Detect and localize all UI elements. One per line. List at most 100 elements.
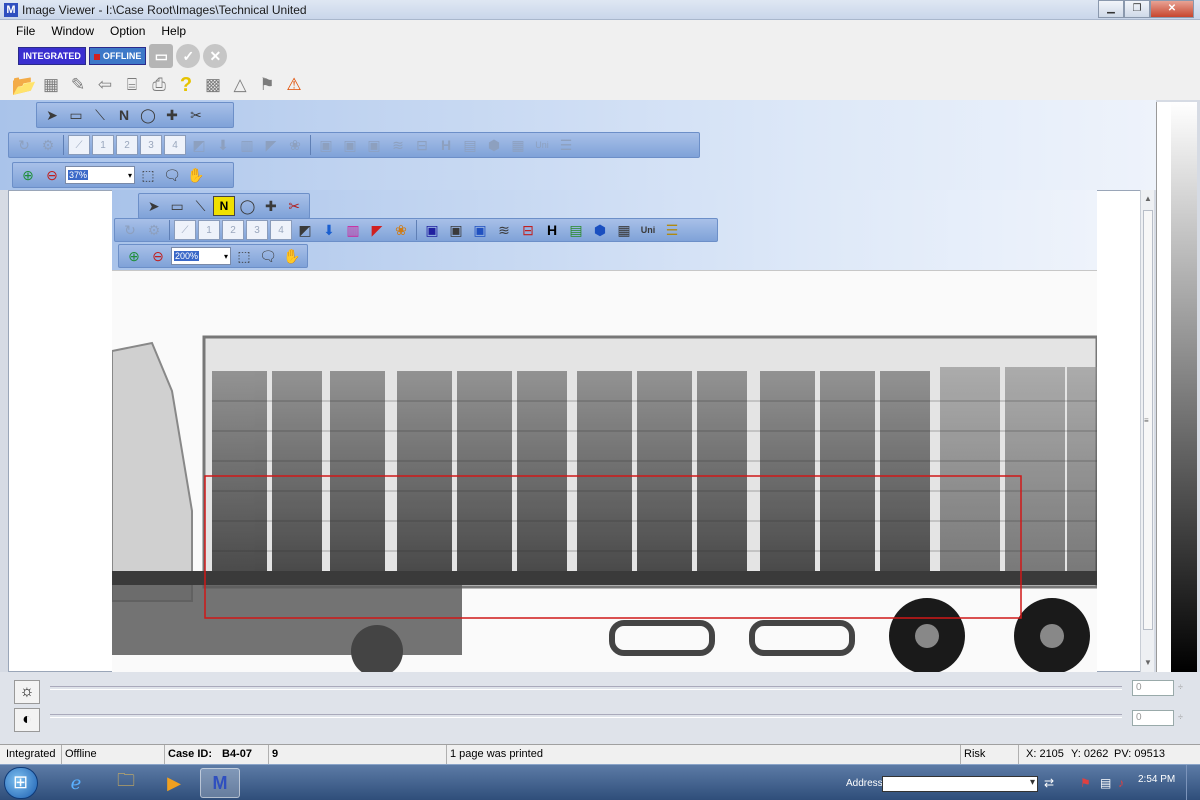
address-input[interactable] — [882, 776, 1038, 792]
brightness-input[interactable]: 0 — [1132, 680, 1174, 696]
open-folder-icon[interactable]: 📂 — [12, 73, 37, 97]
color-icon[interactable]: ▥ — [236, 135, 258, 155]
contrast-spin-icon[interactable]: ÷ — [1178, 712, 1183, 722]
pan-hand-icon[interactable]: ✋ — [185, 165, 207, 185]
reset-icon[interactable]: ⚙ — [143, 220, 165, 240]
tray-flag-icon[interactable]: ⚑ — [1080, 776, 1091, 790]
edge-2-icon[interactable]: ▣ — [445, 220, 467, 240]
bars-icon[interactable]: ▦ — [507, 135, 529, 155]
media-player-icon[interactable]: ▶ — [154, 768, 194, 798]
curve-icon[interactable]: ⟋ — [174, 220, 196, 240]
crosshair-icon[interactable]: ✚ — [161, 105, 183, 125]
back-arrow-icon[interactable]: ⇦ — [93, 73, 117, 97]
uni-button[interactable]: Uni — [637, 220, 659, 240]
contrast-icon[interactable]: ◐ — [14, 708, 40, 732]
offline-button[interactable]: OFFLINE — [88, 47, 147, 65]
organic-icon[interactable]: ⬇ — [212, 135, 234, 155]
printer-icon[interactable]: ⎙ — [147, 73, 171, 97]
level-2-button[interactable]: 2 — [116, 135, 138, 155]
triangle-icon[interactable]: △ — [228, 73, 252, 97]
clock[interactable]: 2:54 PM — [1138, 774, 1175, 785]
histogram-icon[interactable]: ▤ — [565, 220, 587, 240]
rectangle-icon[interactable]: ▭ — [65, 105, 87, 125]
menu-option[interactable]: Option — [102, 24, 153, 38]
rotate-icon[interactable]: ↻ — [119, 220, 141, 240]
table-icon[interactable]: ▦ — [39, 73, 63, 97]
zoom-out-icon[interactable]: ⊖ — [147, 246, 169, 266]
zoom-in-icon[interactable]: ⊕ — [123, 246, 145, 266]
curve-icon[interactable]: ⟋ — [68, 135, 90, 155]
flag-icon[interactable]: ⚑ — [255, 73, 279, 97]
pointer-icon[interactable]: ➤ — [41, 105, 63, 125]
start-button[interactable] — [4, 767, 38, 799]
circle-icon[interactable]: ◯ — [237, 196, 258, 216]
minimize-button[interactable]: ▁ — [1098, 0, 1124, 18]
contrast-slider[interactable] — [50, 714, 1122, 718]
line-icon[interactable]: ⟍ — [89, 105, 111, 125]
level-3-button[interactable]: 3 — [246, 220, 268, 240]
level-2-button[interactable]: 2 — [222, 220, 244, 240]
scanner-icon[interactable]: ⌸ — [120, 73, 144, 97]
close-button[interactable]: ✕ — [1150, 0, 1194, 18]
uni-button[interactable]: Uni — [531, 135, 553, 155]
level-1-button[interactable]: 1 — [198, 220, 220, 240]
edge-2-icon[interactable]: ▣ — [339, 135, 361, 155]
h-button[interactable]: H — [435, 135, 457, 155]
xray-image[interactable] — [112, 270, 1097, 672]
eraser-icon[interactable]: ✂ — [284, 196, 305, 216]
zoom-out-icon[interactable]: ⊖ — [41, 165, 63, 185]
edge-1-icon[interactable]: ▣ — [315, 135, 337, 155]
file-explorer-icon[interactable]: 🗀 — [106, 768, 146, 798]
image-viewer-task-icon[interactable]: M — [200, 768, 240, 798]
line-icon[interactable]: ⟍ — [190, 196, 211, 216]
brightness-spin-icon[interactable]: ÷ — [1178, 682, 1183, 692]
fit-icon[interactable]: ⬚ — [233, 246, 255, 266]
zoom-select[interactable]: 200% ▾ — [171, 247, 231, 265]
fit-icon[interactable]: ⬚ — [137, 165, 159, 185]
network-icon[interactable]: ▤ — [1100, 776, 1111, 790]
level-1-button[interactable]: 1 — [92, 135, 114, 155]
palette-icon[interactable]: ❀ — [390, 220, 412, 240]
internet-explorer-icon[interactable]: ℯ — [56, 768, 96, 798]
normal-button[interactable]: N — [213, 196, 235, 216]
warning-icon[interactable]: ⚠ — [282, 73, 306, 97]
invert-icon[interactable]: ◩ — [188, 135, 210, 155]
emboss-icon[interactable]: ⊟ — [517, 220, 539, 240]
magnifier-icon[interactable]: 🗨 — [161, 165, 183, 185]
contrast-input[interactable]: 0 — [1132, 710, 1174, 726]
go-arrow-icon[interactable]: ⇄ — [1044, 776, 1054, 790]
menu-window[interactable]: Window — [43, 24, 102, 38]
scroll-up-icon[interactable]: ▲ — [1144, 194, 1152, 203]
pseudo-color-icon[interactable]: ◤ — [260, 135, 282, 155]
crosshair-icon[interactable]: ✚ — [260, 196, 281, 216]
scroll-down-icon[interactable]: ▼ — [1144, 658, 1152, 667]
invert-icon[interactable]: ◩ — [294, 220, 316, 240]
layers-icon[interactable]: ☰ — [661, 220, 683, 240]
reject-icon[interactable]: ✕ — [203, 44, 228, 68]
normal-button[interactable]: N — [113, 105, 135, 125]
pointer-icon[interactable]: ➤ — [143, 196, 164, 216]
accept-icon[interactable]: ✓ — [176, 44, 201, 68]
grid-icon[interactable]: ▩ — [201, 73, 225, 97]
brightness-icon[interactable]: ☼ — [14, 680, 40, 704]
pencil-icon[interactable]: ✎ — [66, 73, 90, 97]
palette-icon[interactable]: ❀ — [284, 135, 306, 155]
show-desktop-button[interactable] — [1186, 765, 1200, 800]
histogram-icon[interactable]: ▤ — [459, 135, 481, 155]
restore-button[interactable]: ❐ — [1124, 0, 1150, 18]
color-icon[interactable]: ▥ — [342, 220, 364, 240]
level-4-button[interactable]: 4 — [270, 220, 292, 240]
magnifier-icon[interactable]: 🗨 — [257, 246, 279, 266]
edge-1-icon[interactable]: ▣ — [421, 220, 443, 240]
emboss-icon[interactable]: ⊟ — [411, 135, 433, 155]
zoom-in-icon[interactable]: ⊕ — [17, 165, 39, 185]
organic-icon[interactable]: ⬇ — [318, 220, 340, 240]
eraser-icon[interactable]: ✂ — [185, 105, 207, 125]
circle-icon[interactable]: ◯ — [137, 105, 159, 125]
rectangle-icon[interactable]: ▭ — [166, 196, 187, 216]
zoom-select[interactable]: 37% ▾ — [65, 166, 135, 184]
h-button[interactable]: H — [541, 220, 563, 240]
integrated-button[interactable]: INTEGRATED — [18, 47, 86, 65]
rotate-icon[interactable]: ↻ — [13, 135, 35, 155]
menu-file[interactable]: File — [8, 24, 43, 38]
